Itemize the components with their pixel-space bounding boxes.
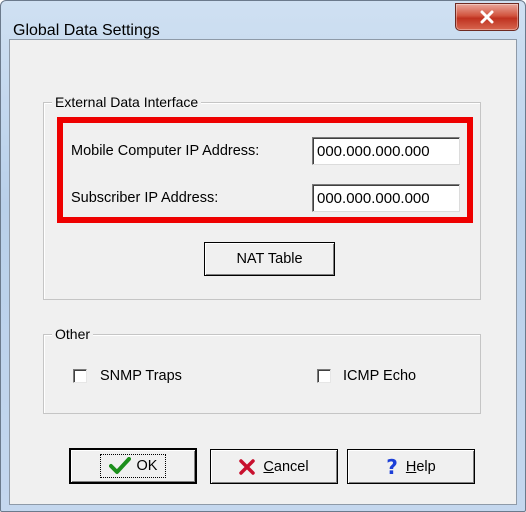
icmp-echo-checkbox[interactable] xyxy=(317,369,331,383)
question-mark-icon: ? xyxy=(386,454,398,479)
close-icon xyxy=(480,10,494,24)
close-button[interactable] xyxy=(455,3,519,31)
ok-button[interactable]: OK xyxy=(69,448,197,484)
title-bar[interactable]: Global Data Settings xyxy=(1,1,525,39)
other-group-title: Other xyxy=(52,326,94,342)
ok-label: OK xyxy=(136,458,158,474)
nat-table-label: NAT Table xyxy=(236,251,303,267)
help-label: Help xyxy=(405,458,436,475)
nat-table-button[interactable]: NAT Table xyxy=(204,242,335,276)
checkmark-icon xyxy=(108,457,131,474)
subscriber-ip-field[interactable] xyxy=(312,184,460,212)
external-data-interface-title: External Data Interface xyxy=(52,94,202,110)
ok-focus-rect: OK xyxy=(99,454,167,478)
mobile-ip-field[interactable] xyxy=(312,137,460,165)
mobile-ip-label: Mobile Computer IP Address: xyxy=(71,143,260,159)
window-title: Global Data Settings xyxy=(13,22,160,39)
subscriber-ip-label: Subscriber IP Address: xyxy=(71,190,219,206)
x-icon xyxy=(239,458,256,475)
cancel-label: Cancel xyxy=(263,458,309,475)
snmp-traps-label[interactable]: SNMP Traps xyxy=(100,368,182,384)
snmp-traps-checkbox[interactable] xyxy=(73,369,87,383)
dialog-window: Global Data Settings External Data Inter… xyxy=(0,0,526,512)
cancel-button[interactable]: Cancel xyxy=(210,449,338,484)
icmp-echo-label[interactable]: ICMP Echo xyxy=(343,368,416,384)
help-button[interactable]: ? Help xyxy=(347,449,475,484)
